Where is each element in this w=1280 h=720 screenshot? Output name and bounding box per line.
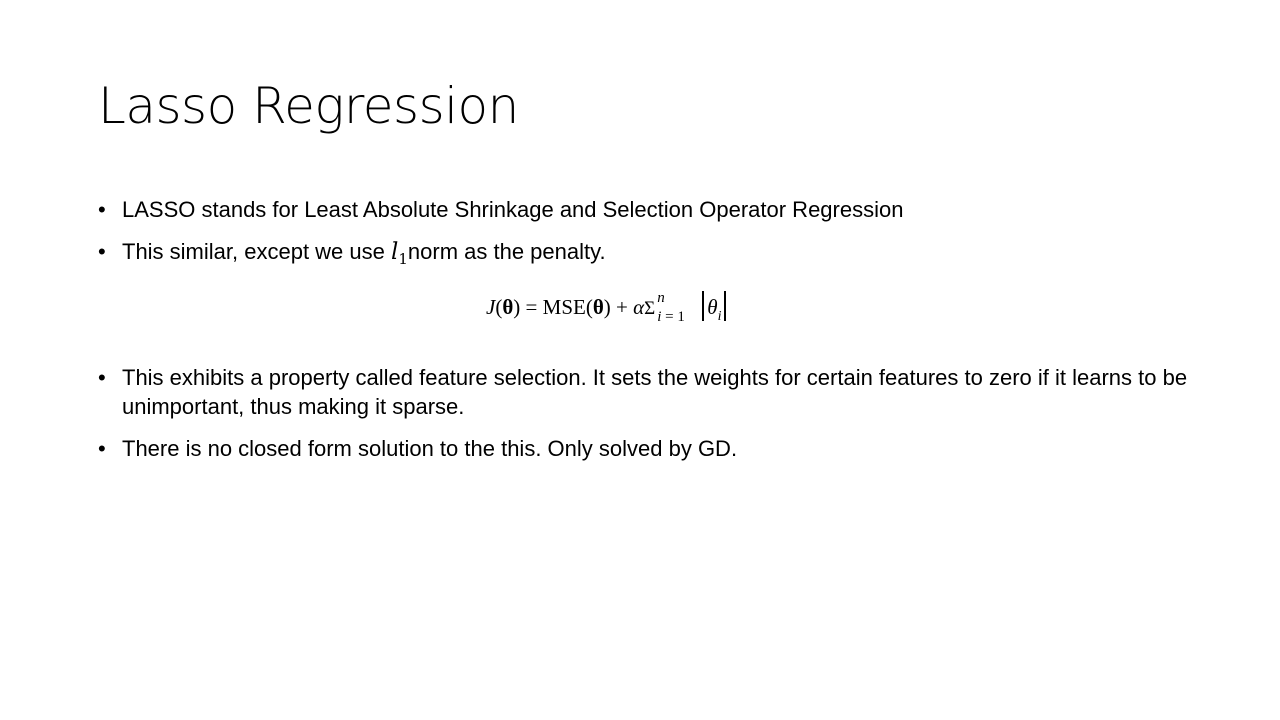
formula-sum-start: = 1 (661, 309, 685, 325)
formula-sum-limits: ni = 1 (655, 287, 699, 327)
formula-theta: θ (592, 295, 604, 319)
formula-plus: + (610, 295, 634, 319)
bullet-dot-icon: • (98, 436, 106, 461)
bullet-text: LASSO stands for Least Absolute Shrinkag… (122, 197, 904, 222)
slide: Lasso Regression • LASSO stands for Leas… (0, 0, 1280, 720)
bullet-dot-icon: • (98, 365, 106, 390)
l1-norm-symbol: l1 (391, 239, 408, 268)
formula-theta-symbol: θ (707, 295, 718, 319)
formula-paren: ( (585, 295, 593, 319)
abs-bar-right (724, 291, 727, 321)
formula-paren: ) (603, 295, 611, 319)
lasso-cost-formula: J(θ) = MSE(θ) + αΣ n i = 1 θi (486, 287, 729, 327)
bullet-dot-icon: • (98, 239, 106, 264)
bullet-dot-icon: • (98, 197, 106, 222)
formula-fn: J (486, 295, 496, 319)
bullet-text: There is no closed form solution to the … (122, 436, 738, 461)
bullet-text-after: norm as the penalty. (407, 239, 606, 264)
bullet-item: • This exhibits a property called featur… (98, 363, 1198, 421)
formula-sum-symbol: Σ (644, 298, 656, 319)
formula-theta-i: θi (707, 295, 721, 324)
math-subscript: 1 (398, 250, 408, 268)
formula-sum-lower: i = 1 (657, 297, 685, 337)
formula-equals: = (520, 295, 543, 319)
formula-mse: MSE (542, 295, 586, 319)
bullet-item: • There is no closed form solution to th… (98, 434, 1198, 463)
formula-theta: θ (502, 295, 514, 319)
bullet-list-top: • LASSO stands for Least Absolute Shrink… (98, 195, 1198, 280)
formula-theta-subscript: i (717, 309, 722, 324)
abs-bar-left (702, 291, 705, 321)
slide-title: Lasso Regression (98, 77, 519, 135)
formula-alpha: α (633, 295, 645, 319)
bullet-text: This similar, except we use (122, 239, 391, 264)
bullet-item: • LASSO stands for Least Absolute Shrink… (98, 195, 1198, 224)
bullet-item: • This similar, except we use l1norm as … (98, 237, 1198, 267)
bullet-text: This exhibits a property called feature … (122, 365, 1188, 419)
bullet-list-bottom: • This exhibits a property called featur… (98, 363, 1198, 476)
